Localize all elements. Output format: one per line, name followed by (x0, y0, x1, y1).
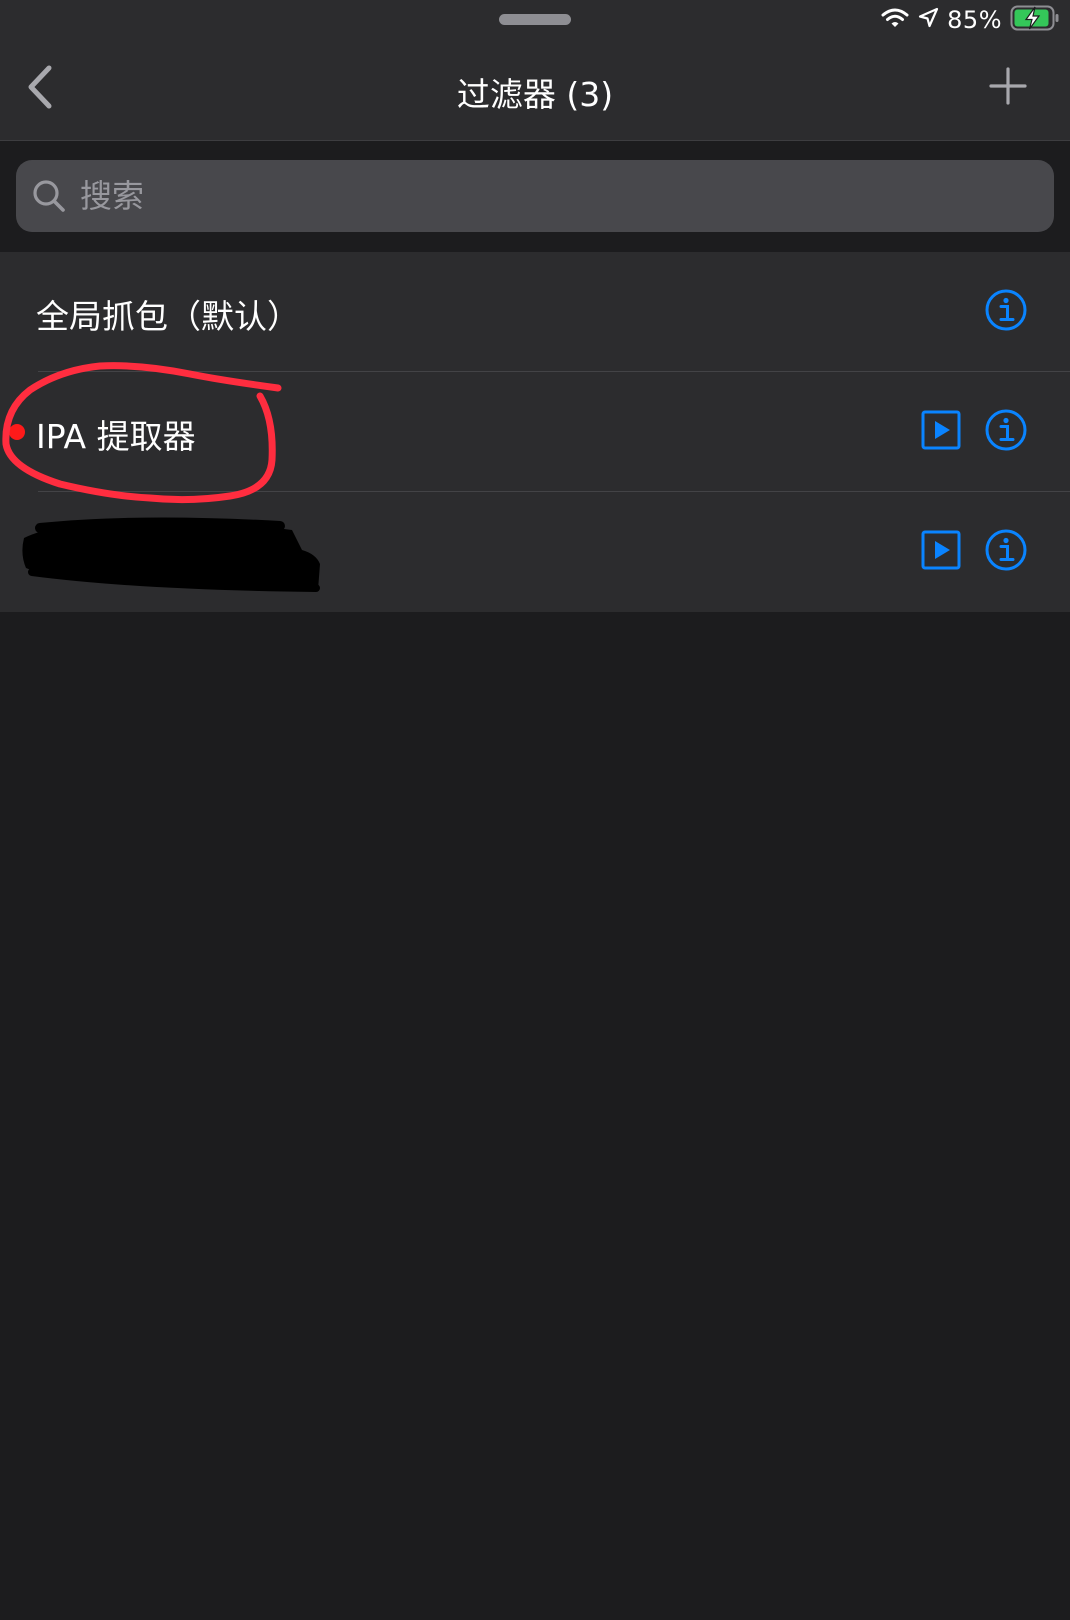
navigation-bar: 过滤器 (3) (0, 40, 1070, 141)
battery-percentage: 85% (947, 6, 1002, 34)
page-title: 过滤器 (3) (456, 75, 614, 114)
wifi-icon (881, 7, 909, 33)
screen: 85% 过滤器 (3) 搜索 全局抓包（默认） IPA 提取器 (0, 0, 1070, 1620)
filter-label: 全局抓包（默认） (36, 297, 300, 336)
status-indicators: 85% (881, 5, 1060, 35)
play-button[interactable] (919, 410, 963, 454)
play-icon (921, 410, 961, 454)
active-indicator-dot (9, 424, 25, 440)
grabber-handle[interactable] (499, 14, 571, 25)
search-bar[interactable] (16, 160, 1054, 232)
filter-row-ipa-extractor[interactable]: IPA 提取器 (0, 372, 1070, 492)
search-icon (30, 177, 68, 215)
info-button[interactable] (984, 528, 1028, 576)
info-icon (984, 288, 1028, 336)
play-button[interactable] (919, 530, 963, 574)
plus-icon (989, 67, 1027, 109)
redaction-scribble (22, 517, 321, 592)
battery-charging-icon (1010, 5, 1060, 35)
filter-label: IPA 提取器 (36, 417, 196, 456)
filter-row-redacted[interactable] (0, 492, 1070, 612)
info-button[interactable] (984, 288, 1028, 336)
status-bar: 85% (0, 0, 1070, 40)
filter-row-global-capture[interactable]: 全局抓包（默认） (0, 252, 1070, 372)
play-icon (921, 530, 961, 574)
info-icon (984, 408, 1028, 456)
search-area (0, 141, 1070, 252)
add-filter-button[interactable] (986, 66, 1030, 110)
info-button[interactable] (984, 408, 1028, 456)
location-icon (917, 7, 939, 33)
info-icon (984, 528, 1028, 576)
filter-list: 全局抓包（默认） IPA 提取器 (0, 252, 1070, 612)
search-input[interactable] (78, 165, 1054, 227)
